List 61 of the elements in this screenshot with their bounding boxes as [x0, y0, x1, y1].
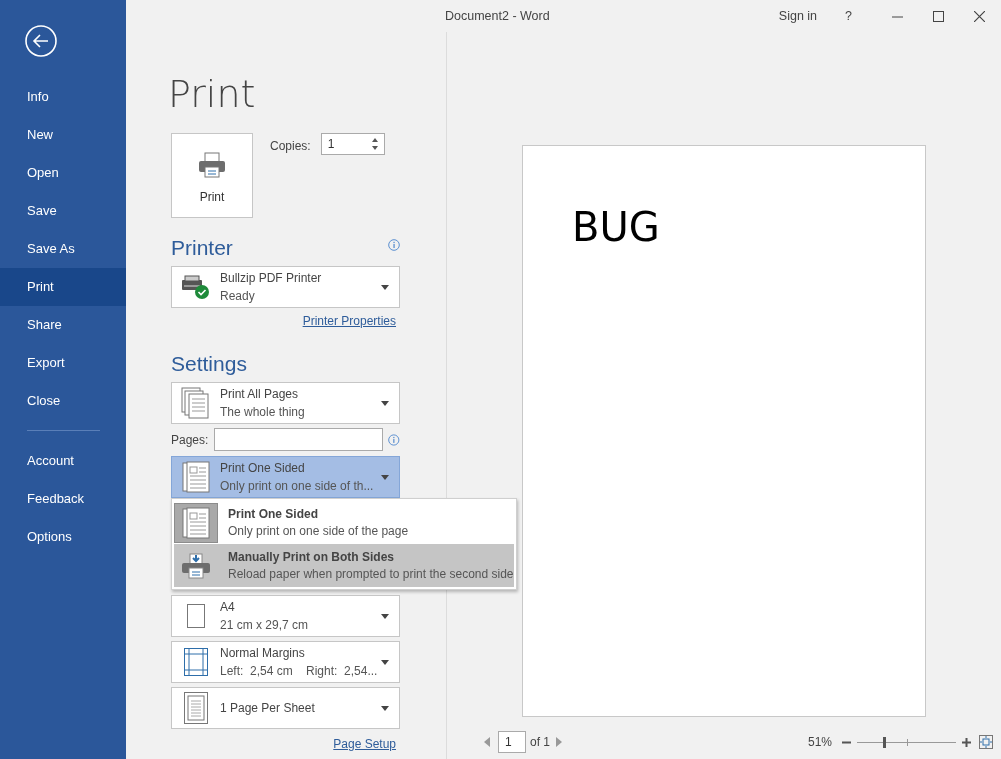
maximize-icon[interactable] [933, 10, 944, 22]
dropdown-caret-icon [381, 613, 389, 619]
dropdown-caret-icon [381, 659, 389, 665]
margins-icon [184, 648, 208, 676]
page-layout-icon [182, 506, 210, 539]
sidebar-item[interactable]: Print [0, 268, 126, 306]
copies-label: Copies: [270, 139, 311, 153]
sign-in-link[interactable]: Sign in [778, 9, 818, 23]
sidebar-item[interactable]: Account [0, 442, 126, 480]
document-text: BUG [572, 204, 661, 250]
section-heading: Printer [171, 236, 233, 260]
settings-dropdown[interactable]: 1 Page Per Sheet [171, 687, 400, 729]
menu-item[interactable]: Manually Print on Both Sides Reload paper when prompted to print the second side [174, 544, 514, 587]
dropdown-caret-icon [381, 400, 389, 406]
dropdown-caret-icon [381, 474, 389, 480]
sidebar-item[interactable]: Feedback [0, 480, 126, 518]
fit-to-window-icon[interactable] [979, 735, 993, 749]
info-icon [388, 239, 400, 251]
window-title: Document2 - Word [445, 9, 550, 23]
sidebar-item[interactable]: Close [0, 382, 126, 420]
sidebar-item[interactable]: Export [0, 344, 126, 382]
settings-dropdown[interactable]: A4 21 cm x 29,7 cm [171, 595, 400, 637]
printer-properties-link[interactable]: Printer Properties [302, 314, 396, 328]
page-layout-icon [182, 461, 210, 493]
info-icon [388, 433, 400, 446]
sidebar-item[interactable]: Share [0, 306, 126, 344]
page-number-field[interactable]: 1 [498, 731, 526, 753]
settings-dropdown[interactable]: Normal Margins Left: 2,54 cm Right: 2,54... [171, 641, 400, 683]
menu-item[interactable]: Print One Sided Only print on one side of the page [174, 501, 514, 544]
dropdown-caret-icon [381, 705, 389, 711]
page-icon [184, 692, 208, 724]
paper-icon [187, 604, 205, 628]
close-icon[interactable] [974, 10, 985, 22]
sidebar-item[interactable]: Options [0, 518, 126, 556]
sidebar-item[interactable]: Save [0, 192, 126, 230]
spinner-arrows-icon [371, 138, 379, 150]
page-count: of 1 [530, 735, 550, 749]
pages-input-field[interactable] [214, 428, 384, 451]
zoom-percent: 51% [807, 735, 832, 749]
back-button[interactable] [25, 25, 57, 57]
sidebar-item[interactable]: Info [0, 78, 126, 116]
sidebar-item[interactable]: New [0, 116, 126, 154]
section-heading: Settings [171, 352, 248, 376]
printer-icon [198, 151, 226, 178]
pages-label: Pages: [171, 432, 210, 447]
printer-icon [181, 552, 211, 579]
printer-dropdown[interactable]: Bullzip PDF Printer Ready [171, 266, 400, 308]
zoom-in-icon[interactable] [962, 737, 971, 747]
settings-dropdown[interactable]: Print All Pages The whole thing [171, 382, 400, 424]
page-heading: Print [168, 72, 257, 116]
sidebar-item[interactable]: Open [0, 154, 126, 192]
copies-spinner[interactable]: 1 [320, 133, 385, 155]
printer-ready-icon [181, 274, 211, 300]
print-button[interactable]: Print [171, 133, 253, 218]
settings-dropdown[interactable]: Print One Sided Only print on one side of th... [171, 456, 400, 498]
slider-thumb[interactable] [882, 736, 886, 748]
dropdown-caret-icon [381, 284, 389, 290]
page-setup-link[interactable]: Page Setup [333, 737, 396, 751]
help-button[interactable]: ? [845, 9, 852, 23]
pages-stack-icon [181, 387, 211, 419]
sidebar-item[interactable]: Save As [0, 230, 126, 268]
